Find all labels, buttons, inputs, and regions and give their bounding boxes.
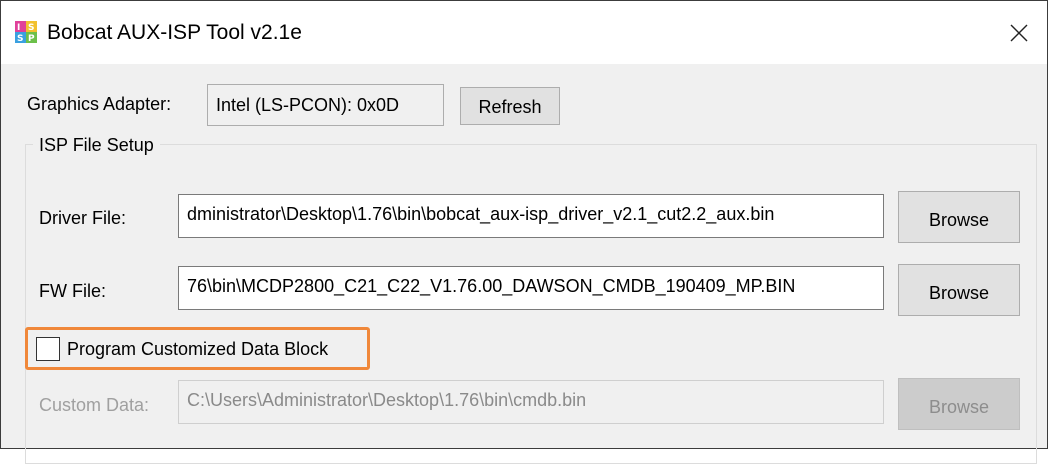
isp-tool-window: I S S P Bobcat AUX-ISP Tool v2.1e Graphi… <box>0 0 1048 464</box>
svg-text:S: S <box>17 34 23 43</box>
graphics-adapter-label: Graphics Adapter: <box>27 94 172 114</box>
fw-browse-button[interactable]: Browse <box>898 264 1020 316</box>
title-bar: I S S P Bobcat AUX-ISP Tool v2.1e <box>1 1 1047 64</box>
isp-file-setup-title: ISP File Setup <box>33 134 160 156</box>
fw-file-label: FW File: <box>39 281 106 301</box>
custom-data-browse-button: Browse <box>898 378 1020 430</box>
custom-data-input: C:\Users\Administrator\Desktop\1.76\bin\… <box>178 380 884 424</box>
program-custom-block-label[interactable]: Program Customized Data Block <box>67 338 328 360</box>
svg-text:I: I <box>17 23 20 33</box>
graphics-adapter-value: Intel (LS-PCON): 0x0D <box>207 84 444 126</box>
driver-file-label: Driver File: <box>39 208 127 228</box>
close-button[interactable] <box>991 1 1047 64</box>
svg-text:P: P <box>28 34 35 43</box>
window-title: Bobcat AUX-ISP Tool v2.1e <box>47 21 302 44</box>
fw-file-input[interactable]: 76\bin\MCDP2800_C21_C22_V1.76.00_DAWSON_… <box>178 266 884 310</box>
close-icon <box>1010 24 1028 41</box>
custom-data-label: Custom Data: <box>39 395 150 415</box>
program-custom-block-checkbox[interactable] <box>36 337 60 361</box>
driver-file-input[interactable]: dministrator\Desktop\1.76\bin\bobcat_aux… <box>178 194 884 238</box>
svg-text:S: S <box>28 23 34 33</box>
isp-app-icon: I S S P <box>15 21 37 44</box>
refresh-button[interactable]: Refresh <box>460 87 560 125</box>
driver-browse-button[interactable]: Browse <box>898 191 1020 243</box>
